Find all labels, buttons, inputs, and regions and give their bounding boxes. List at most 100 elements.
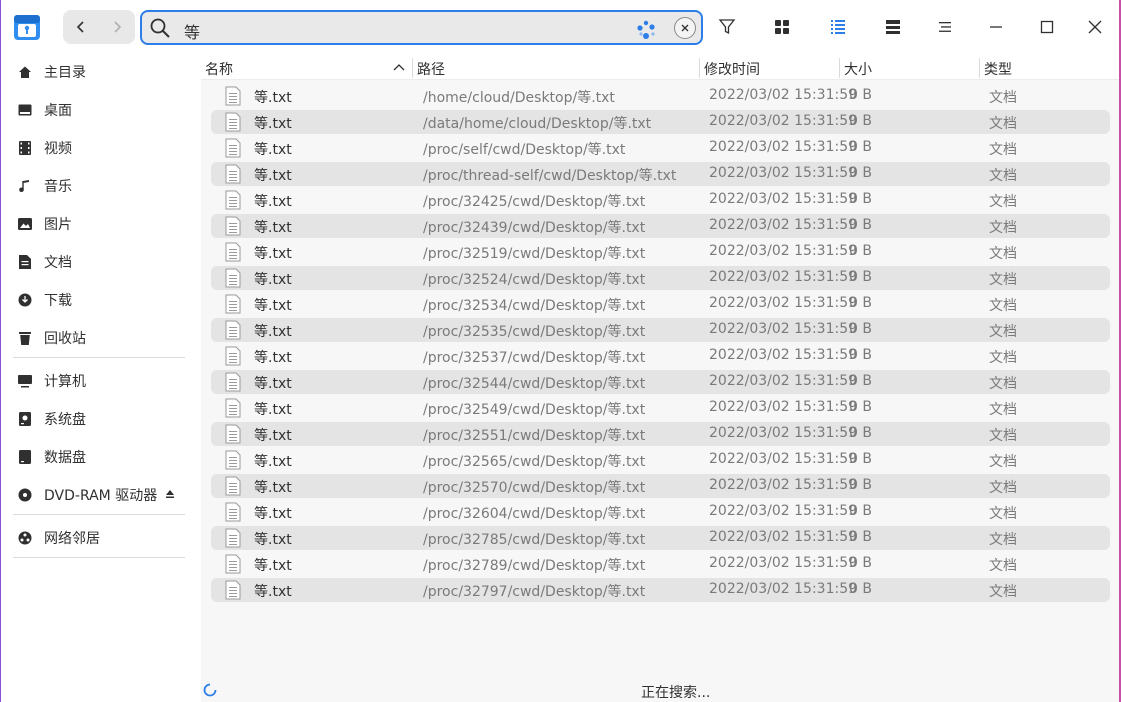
detail-view-button[interactable]: [883, 17, 903, 37]
filter-button[interactable]: [717, 17, 737, 37]
file-modified: 2022/03/02 15:31:59: [709, 191, 858, 207]
sidebar-item-data-disk[interactable]: 数据盘: [17, 445, 86, 469]
table-row[interactable]: 等.txt/proc/32534/cwd/Desktop/等.txt 2022/0…: [211, 292, 1110, 316]
table-row[interactable]: 等.txt/proc/32785/cwd/Desktop/等.txt 2022/0…: [211, 526, 1110, 550]
file-path: /proc/32534/cwd/Desktop/等.txt: [423, 298, 646, 314]
table-row[interactable]: 等.txt/proc/32425/cwd/Desktop/等.txt 2022/0…: [211, 188, 1110, 212]
file-name: 等.txt: [254, 558, 292, 574]
list-view-button[interactable]: [828, 17, 848, 37]
column-header-type[interactable]: 类型: [984, 59, 1012, 79]
file-manager-window: 等 主目录 桌面 视频 音乐 图片 文档 下载 回收站 计算机 系统盘 数据盘 …: [1, 0, 1119, 702]
table-row[interactable]: 等.txt/proc/thread-self/cwd/Desktop/等.txt…: [211, 162, 1110, 186]
chevron-left-icon: [76, 21, 84, 33]
search-query-text[interactable]: 等: [184, 19, 200, 43]
sidebar-item-home[interactable]: 主目录: [17, 60, 86, 84]
sidebar-item-label: 图片: [44, 217, 72, 233]
sidebar-item-trash[interactable]: 回收站: [17, 326, 86, 350]
column-header-path[interactable]: 路径: [417, 59, 445, 79]
forward-button[interactable]: [99, 10, 135, 44]
table-row[interactable]: 等.txt/proc/32551/cwd/Desktop/等.txt 2022/0…: [211, 422, 1110, 446]
table-row[interactable]: 等.txt/proc/32439/cwd/Desktop/等.txt 2022/0…: [211, 214, 1110, 238]
sidebar-item-music[interactable]: 音乐: [17, 174, 72, 198]
file-modified: 2022/03/02 15:31:59: [709, 399, 858, 415]
file-path: /proc/32524/cwd/Desktop/等.txt: [423, 272, 646, 288]
file-name: 等.txt: [254, 506, 292, 522]
text-file-icon: [225, 450, 241, 470]
file-path: /proc/32565/cwd/Desktop/等.txt: [423, 454, 646, 470]
sidebar-item-documents[interactable]: 文档: [17, 250, 72, 274]
column-divider[interactable]: [699, 58, 700, 78]
status-bar: 正在搜索...: [201, 676, 1119, 702]
table-row[interactable]: 等.txt/proc/32544/cwd/Desktop/等.txt 2022/0…: [211, 370, 1110, 394]
file-modified: 2022/03/02 15:31:59: [709, 87, 858, 103]
text-file-icon: [225, 112, 241, 132]
file-name: 等.txt: [254, 532, 292, 548]
table-row[interactable]: 等.txt/home/cloud/Desktop/等.txt 2022/03/02…: [211, 84, 1110, 108]
close-window-button[interactable]: [1085, 17, 1105, 37]
minimize-icon: [990, 26, 1002, 28]
sidebar-item-desktop[interactable]: 桌面: [17, 98, 72, 122]
file-type: 文档: [989, 246, 1017, 262]
sidebar-item-label: 回收站: [44, 331, 86, 347]
table-row[interactable]: 等.txt/proc/32570/cwd/Desktop/等.txt 2022/0…: [211, 474, 1110, 498]
file-path: /proc/thread-self/cwd/Desktop/等.txt: [423, 168, 677, 184]
column-divider[interactable]: [412, 58, 413, 78]
table-row[interactable]: 等.txt/proc/32549/cwd/Desktop/等.txt 2022/0…: [211, 396, 1110, 420]
column-divider[interactable]: [839, 58, 840, 78]
table-row[interactable]: 等.txt/proc/32797/cwd/Desktop/等.txt 2022/0…: [211, 578, 1110, 602]
sidebar-item-downloads[interactable]: 下载: [17, 288, 72, 312]
status-text: 正在搜索...: [641, 685, 711, 701]
file-size: 0 B: [849, 581, 872, 597]
table-row[interactable]: 等.txt/proc/32537/cwd/Desktop/等.txt 2022/0…: [211, 344, 1110, 368]
back-button[interactable]: [63, 10, 99, 44]
file-path: /proc/32549/cwd/Desktop/等.txt: [423, 402, 646, 418]
close-icon: [681, 24, 689, 32]
file-modified: 2022/03/02 15:31:59: [709, 113, 858, 129]
column-divider[interactable]: [979, 58, 980, 78]
sidebar-item-system-disk[interactable]: 系统盘: [17, 407, 86, 431]
sort-ascending-icon[interactable]: [393, 63, 405, 71]
file-modified: 2022/03/02 15:31:59: [709, 269, 858, 285]
sidebar-item-pictures[interactable]: 图片: [17, 212, 72, 236]
column-header-name[interactable]: 名称: [205, 59, 233, 79]
table-row[interactable]: 等.txt/proc/32519/cwd/Desktop/等.txt 2022/0…: [211, 240, 1110, 264]
file-path: /proc/self/cwd/Desktop/等.txt: [423, 142, 626, 158]
sidebar-item-network[interactable]: 网络邻居: [17, 526, 100, 550]
file-type: 文档: [989, 376, 1017, 392]
table-row[interactable]: 等.txt/data/home/cloud/Desktop/等.txt 2022/…: [211, 110, 1110, 134]
file-size: 0 B: [849, 477, 872, 493]
file-manager-app-icon[interactable]: [13, 12, 41, 42]
file-name: 等.txt: [254, 142, 292, 158]
table-row[interactable]: 等.txt/proc/32789/cwd/Desktop/等.txt 2022/0…: [211, 552, 1110, 576]
file-path: /proc/32535/cwd/Desktop/等.txt: [423, 324, 646, 340]
table-row[interactable]: 等.txt/proc/self/cwd/Desktop/等.txt 2022/03…: [211, 136, 1110, 160]
search-input[interactable]: 等: [140, 10, 703, 45]
eject-icon[interactable]: [165, 489, 175, 499]
file-type: 文档: [989, 532, 1017, 548]
file-modified: 2022/03/02 15:31:59: [709, 451, 858, 467]
table-row[interactable]: 等.txt/proc/32524/cwd/Desktop/等.txt 2022/0…: [211, 266, 1110, 290]
file-name: 等.txt: [254, 428, 292, 444]
text-file-icon: [225, 242, 241, 262]
table-row[interactable]: 等.txt/proc/32565/cwd/Desktop/等.txt 2022/0…: [211, 448, 1110, 472]
file-name: 等.txt: [254, 298, 292, 314]
sidebar-item-label: DVD-RAM 驱动器: [44, 488, 158, 504]
sidebar-item-label: 桌面: [44, 103, 72, 119]
file-type: 文档: [989, 454, 1017, 470]
table-row[interactable]: 等.txt/proc/32604/cwd/Desktop/等.txt 2022/0…: [211, 500, 1110, 524]
minimize-button[interactable]: [986, 17, 1006, 37]
sidebar-item-computer[interactable]: 计算机: [17, 369, 86, 393]
maximize-button[interactable]: [1037, 17, 1057, 37]
column-header-size[interactable]: 大小: [844, 59, 872, 79]
network-icon: [17, 530, 33, 546]
table-row[interactable]: 等.txt/proc/32535/cwd/Desktop/等.txt 2022/0…: [211, 318, 1110, 342]
sidebar-item-dvd-drive[interactable]: DVD-RAM 驱动器: [17, 483, 187, 507]
text-file-icon: [225, 528, 241, 548]
file-type: 文档: [989, 480, 1017, 496]
clear-search-button[interactable]: [674, 17, 696, 39]
column-header-modified[interactable]: 修改时间: [704, 59, 760, 79]
grid-icon: [775, 20, 789, 34]
sidebar-item-videos[interactable]: 视频: [17, 136, 72, 160]
icon-view-button[interactable]: [772, 17, 792, 37]
main-menu-button[interactable]: [935, 17, 955, 37]
